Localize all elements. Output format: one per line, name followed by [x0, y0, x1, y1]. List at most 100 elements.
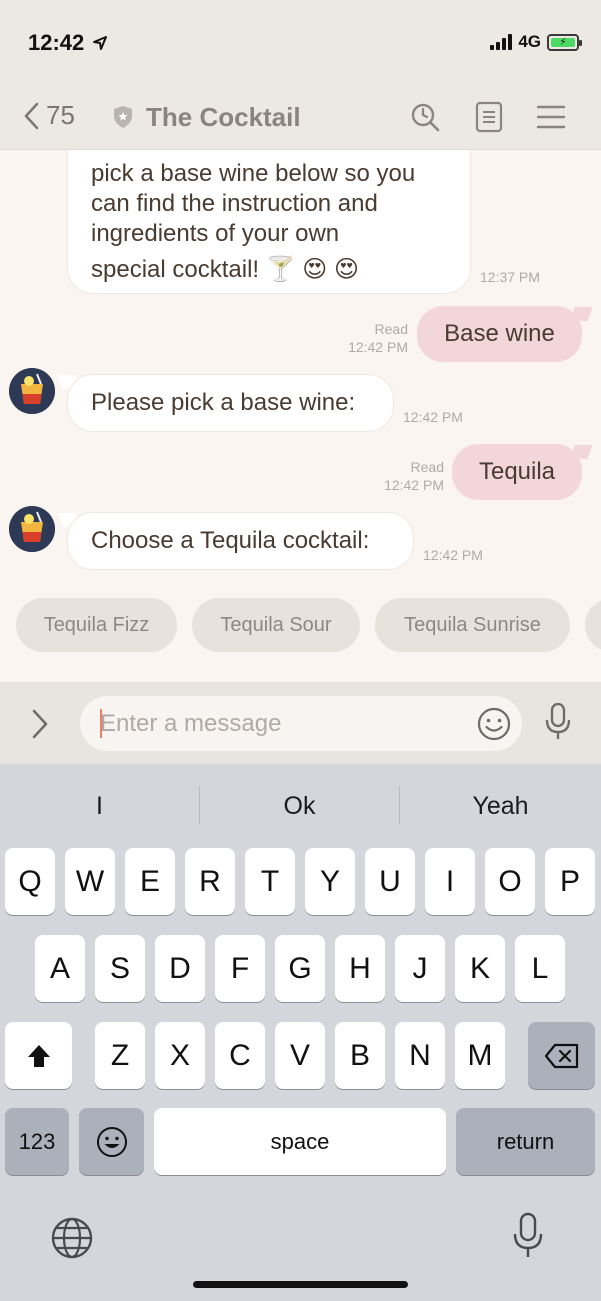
key-o[interactable]: O [485, 848, 535, 915]
microphone-icon[interactable] [543, 702, 573, 742]
message-input-container[interactable] [80, 696, 522, 751]
key-a[interactable]: A [35, 935, 85, 1002]
message-time: 12:42 PM [384, 477, 444, 493]
key-r[interactable]: R [185, 848, 235, 915]
backspace-icon [544, 1043, 578, 1068]
key-g[interactable]: G [275, 935, 325, 1002]
key-label: E [139, 864, 160, 898]
key-b[interactable]: B [335, 1022, 385, 1089]
key-label: M [467, 1038, 493, 1072]
key-label: K [469, 951, 490, 985]
suggestion-3[interactable]: Yeah [400, 784, 601, 828]
key-t[interactable]: T [245, 848, 295, 915]
network-type: 4G [518, 32, 541, 51]
quick-reply-tequila-fizz[interactable]: Tequila Fizz [16, 598, 177, 652]
shift-icon [27, 1044, 50, 1067]
key-i[interactable]: I [425, 848, 475, 915]
keyboard: I Ok Yeah Q W E R T Y U I O P A S D F G … [0, 764, 601, 1301]
quick-reply-label: Tequila Sour [220, 613, 332, 636]
key-l[interactable]: L [515, 935, 565, 1002]
key-label: return [496, 1128, 555, 1154]
notes-icon [475, 101, 503, 133]
home-indicator[interactable] [193, 1281, 408, 1288]
key-f[interactable]: F [215, 935, 265, 1002]
emoji-key[interactable] [79, 1108, 144, 1175]
message-time: 12:37 PM [480, 269, 540, 285]
quick-reply-tequila-sunrise[interactable]: Tequila Sunrise [375, 598, 570, 652]
key-label: I [445, 864, 455, 898]
key-h[interactable]: H [335, 935, 385, 1002]
key-label: O [498, 864, 522, 898]
chevron-right-icon[interactable] [30, 708, 50, 740]
key-label: W [75, 864, 105, 898]
message-text-line: pick a base wine below so you [91, 160, 416, 187]
quick-reply-label: Tequila Fizz [43, 613, 150, 636]
key-d[interactable]: D [155, 935, 205, 1002]
key-label: J [412, 951, 428, 985]
message-bubble: pick a base wine below so you can find t… [67, 150, 471, 294]
key-label: D [169, 951, 191, 985]
suggestion-label: Ok [283, 791, 316, 820]
suggestion-2[interactable]: Ok [200, 784, 399, 828]
chat-title: The Cocktail [146, 102, 301, 132]
key-u[interactable]: U [365, 848, 415, 915]
search-button[interactable] [408, 100, 442, 134]
avatar[interactable] [9, 368, 55, 414]
back-button[interactable]: 75 [22, 100, 75, 131]
return-key[interactable]: return [456, 1108, 595, 1175]
key-v[interactable]: V [275, 1022, 325, 1089]
key-label: B [349, 1038, 370, 1072]
unread-count: 75 [46, 100, 75, 130]
key-j[interactable]: J [395, 935, 445, 1002]
key-c[interactable]: C [215, 1022, 265, 1089]
chat-area[interactable]: pick a base wine below so you can find t… [0, 150, 601, 682]
key-label: A [49, 951, 70, 985]
quick-reply-more[interactable] [585, 598, 601, 652]
key-label: N [409, 1038, 431, 1072]
key-y[interactable]: Y [305, 848, 355, 915]
message-bubble-outgoing: Base wine [417, 306, 582, 362]
key-k[interactable]: K [455, 935, 505, 1002]
avatar[interactable] [9, 506, 55, 552]
key-m[interactable]: M [455, 1022, 505, 1089]
message-text-line: special cocktail! 🍸 😍 😍 [91, 256, 359, 283]
shift-key[interactable] [5, 1022, 72, 1089]
message-input[interactable] [100, 696, 460, 751]
key-e[interactable]: E [125, 848, 175, 915]
message-time: 12:42 PM [348, 339, 408, 355]
read-label: Read [410, 459, 444, 475]
key-p[interactable]: P [545, 848, 595, 915]
key-q[interactable]: Q [5, 848, 55, 915]
numbers-key[interactable]: 123 [5, 1108, 69, 1175]
battery-charging-icon: ⚡ [547, 33, 582, 51]
key-label: G [288, 951, 312, 985]
key-x[interactable]: X [155, 1022, 205, 1089]
emoji-icon[interactable] [476, 706, 512, 742]
globe-icon[interactable] [50, 1216, 94, 1260]
menu-button[interactable] [534, 100, 568, 134]
backspace-key[interactable] [528, 1022, 595, 1089]
message-time: 12:42 PM [403, 409, 463, 425]
message-bubble: Choose a Tequila cocktail: [67, 512, 414, 570]
dictation-microphone-icon[interactable] [512, 1212, 544, 1260]
notes-button[interactable] [472, 100, 506, 134]
search-icon [411, 103, 440, 132]
quick-reply-tequila-sour[interactable]: Tequila Sour [192, 598, 360, 652]
key-label: Z [110, 1038, 130, 1072]
key-label: C [229, 1038, 251, 1072]
key-label: P [559, 864, 580, 898]
read-receipt: Read 12:42 PM [366, 458, 444, 494]
key-n[interactable]: N [395, 1022, 445, 1089]
key-label: Q [18, 864, 42, 898]
status-time-text: 12:42 [28, 30, 85, 55]
key-s[interactable]: S [95, 935, 145, 1002]
key-w[interactable]: W [65, 848, 115, 915]
status-indicators: 4G ⚡ [490, 32, 582, 52]
space-key[interactable]: space [154, 1108, 446, 1175]
key-z[interactable]: Z [95, 1022, 145, 1089]
read-receipt: Read 12:42 PM [330, 320, 408, 356]
key-label: F [230, 951, 250, 985]
menu-icon [536, 105, 566, 129]
status-bar: 12:42 4G ⚡ [0, 0, 601, 88]
suggestion-1[interactable]: I [0, 784, 199, 828]
